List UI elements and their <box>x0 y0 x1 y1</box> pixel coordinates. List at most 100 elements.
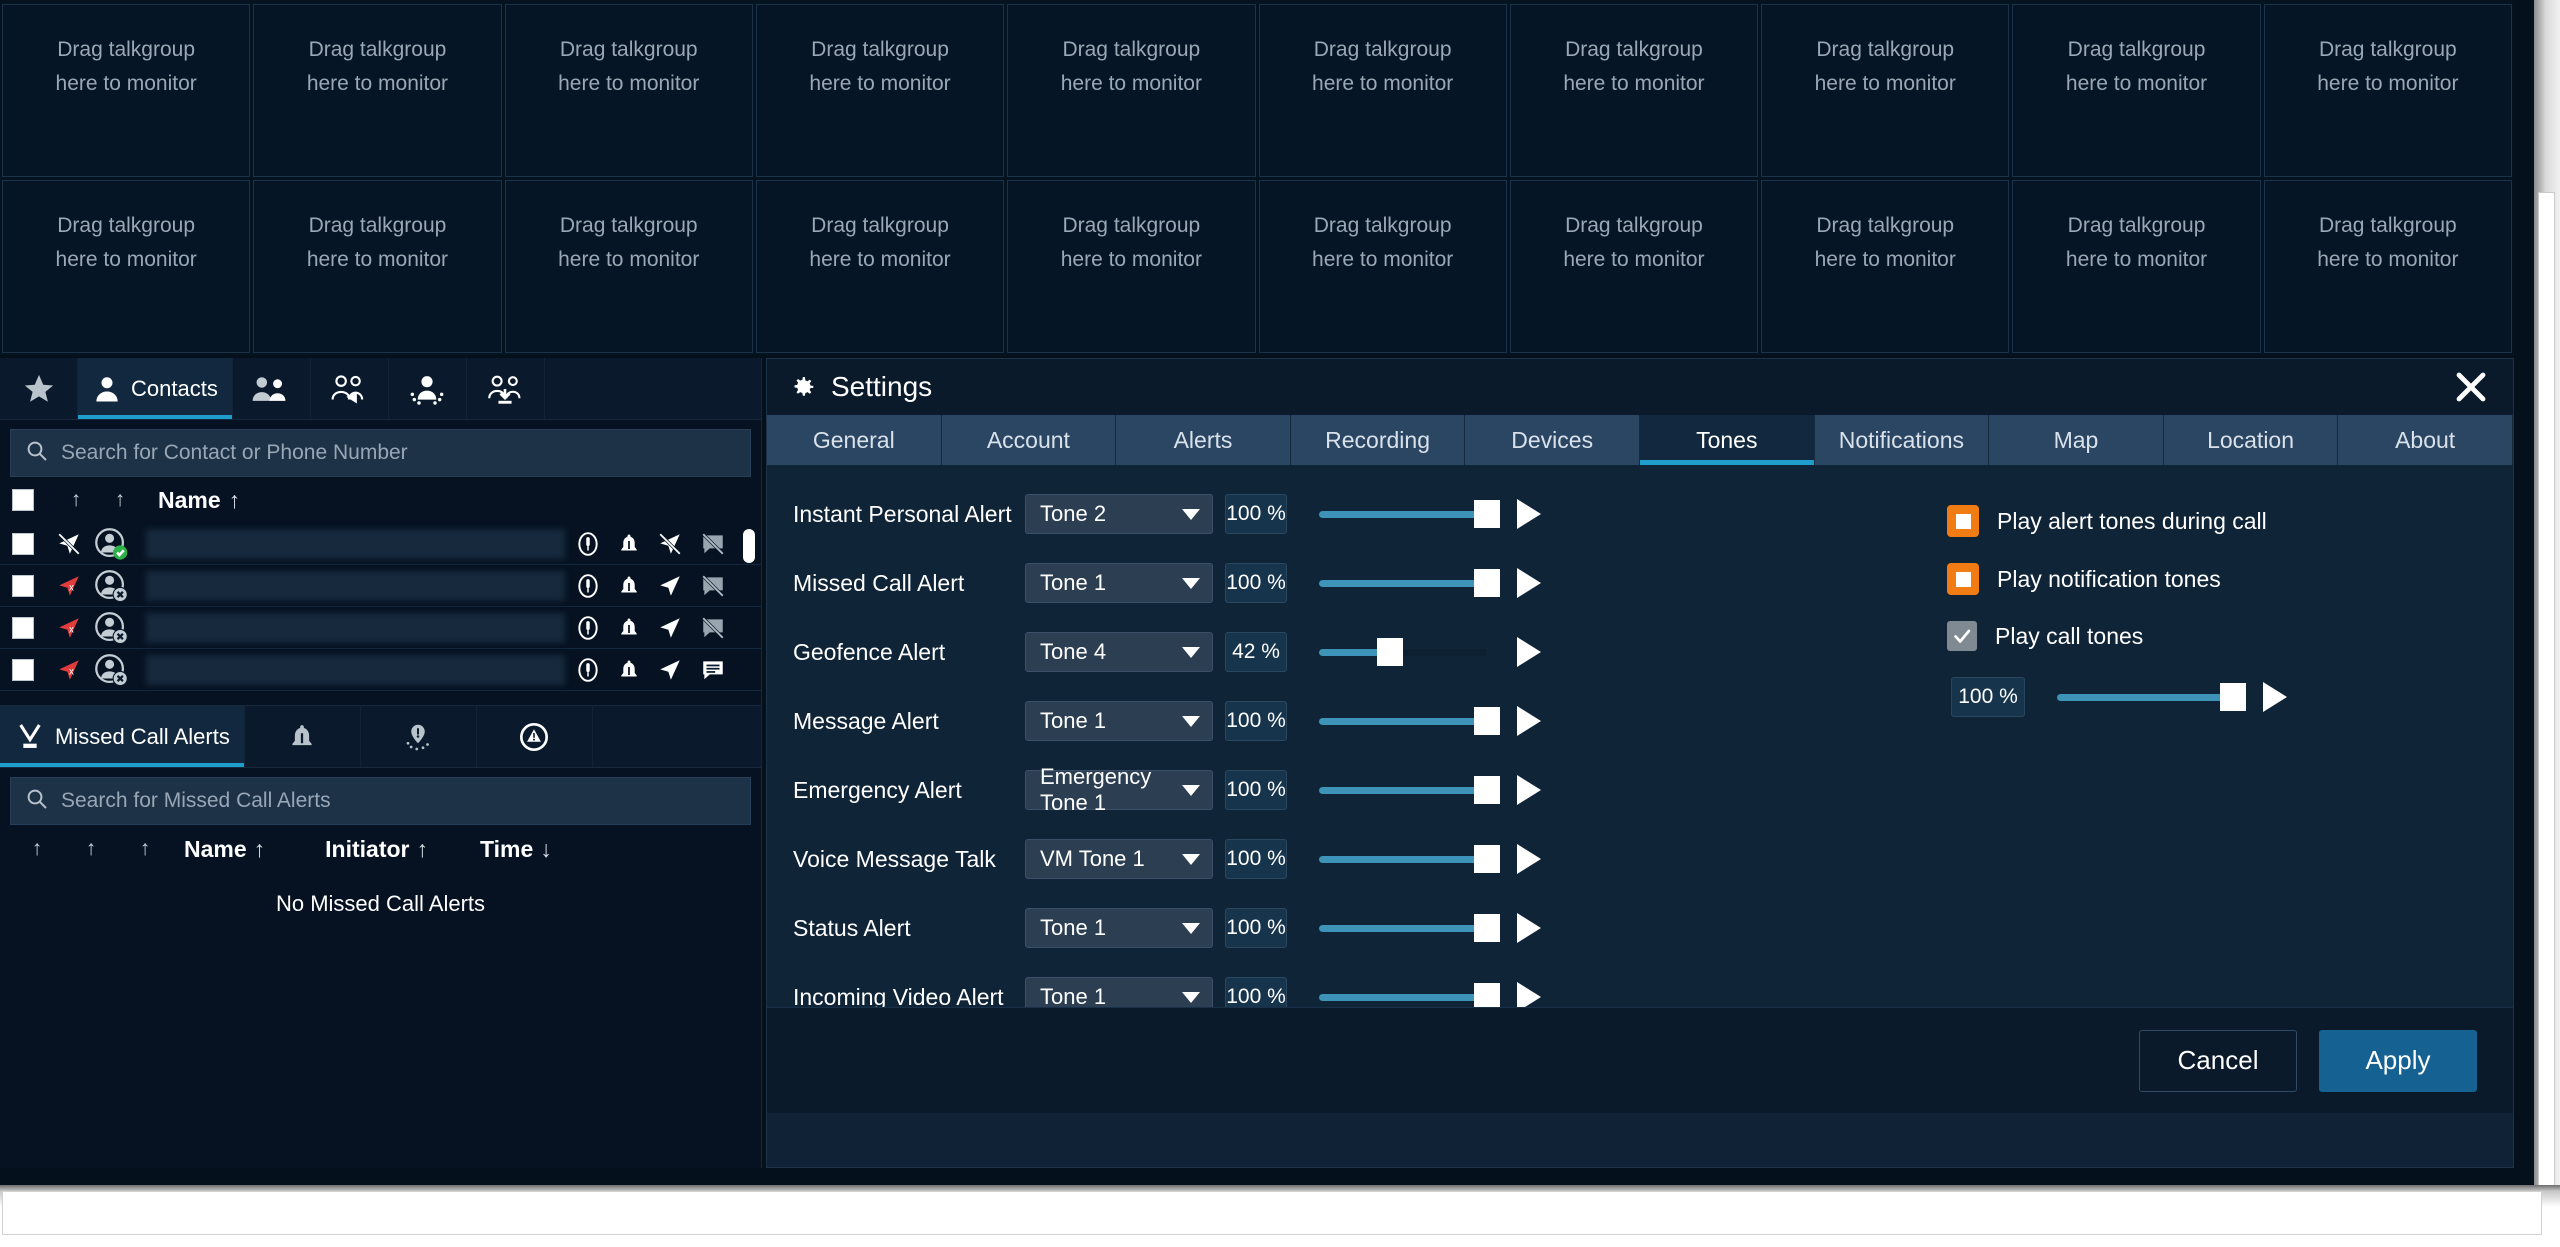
settings-tab-general[interactable]: General <box>767 415 942 465</box>
tone-volume-value[interactable]: 100 % <box>1225 770 1287 810</box>
mic-icon[interactable] <box>575 615 601 641</box>
mc-column-header-name[interactable]: Name ↑ <box>184 836 265 863</box>
page-vertical-scroll-thumb[interactable] <box>2538 192 2555 1187</box>
tone-slider-knob[interactable] <box>1474 500 1500 528</box>
contact-row[interactable]: x <box>0 649 761 691</box>
tone-volume-slider[interactable] <box>1319 839 1500 879</box>
contact-row-checkbox[interactable] <box>12 616 34 639</box>
tone-volume-value[interactable]: 100 % <box>1225 701 1287 741</box>
tone-slider-knob[interactable] <box>1474 914 1500 942</box>
talkgroup-slot[interactable]: Drag talkgroup here to monitor <box>504 4 753 177</box>
tone-slider-knob[interactable] <box>1474 569 1500 597</box>
talkgroup-slot[interactable]: Drag talkgroup here to monitor <box>1509 4 1759 177</box>
talkgroup-slot[interactable]: Drag talkgroup here to monitor <box>2263 4 2512 177</box>
tone-volume-value[interactable]: 100 % <box>1225 563 1287 603</box>
call-tones-volume-slider[interactable] <box>2057 677 2246 717</box>
talkgroup-slot[interactable]: Drag talkgroup here to monitor <box>1509 180 1759 353</box>
tone-volume-value[interactable]: 42 % <box>1225 632 1287 672</box>
tone-select[interactable]: Tone 4 <box>1025 632 1213 672</box>
tab-favorites[interactable] <box>0 358 78 419</box>
tone-slider-knob[interactable] <box>1474 776 1500 804</box>
talkgroup-slot[interactable]: Drag talkgroup here to monitor <box>1761 180 2010 353</box>
mc-sort-column-3[interactable]: ↑ <box>118 837 172 861</box>
talkgroup-slot[interactable]: Drag talkgroup here to monitor <box>253 4 502 177</box>
tone-option-row[interactable]: Play alert tones during call <box>1947 505 2467 537</box>
tab-alerts[interactable] <box>245 706 361 767</box>
sort-column-2[interactable]: ↑ <box>98 488 142 512</box>
tone-volume-value[interactable]: 100 % <box>1225 908 1287 948</box>
talkgroup-slot[interactable]: Drag talkgroup here to monitor <box>2263 180 2512 353</box>
settings-tab-notifications[interactable]: Notifications <box>1814 415 1990 465</box>
tone-volume-value[interactable]: 100 % <box>1225 494 1287 534</box>
page-horizontal-scroll-thumb[interactable] <box>2 1191 2542 1235</box>
mic-icon[interactable] <box>575 657 601 683</box>
close-icon[interactable] <box>2453 369 2489 405</box>
tone-volume-slider[interactable] <box>1319 494 1500 534</box>
mc-column-header-time[interactable]: Time ↓ <box>480 836 552 863</box>
tone-play-icon[interactable] <box>1517 913 1541 943</box>
message-off-icon[interactable] <box>699 615 727 641</box>
tone-play-icon[interactable] <box>1517 637 1541 667</box>
contact-row-checkbox[interactable] <box>12 532 34 555</box>
talkgroup-slot[interactable]: Drag talkgroup here to monitor <box>2 180 251 353</box>
select-all-checkbox[interactable] <box>12 489 34 511</box>
talkgroup-slot[interactable]: Drag talkgroup here to monitor <box>2012 180 2261 353</box>
mic-icon[interactable] <box>575 531 601 557</box>
alert-icon[interactable] <box>617 615 641 641</box>
message-off-icon[interactable] <box>699 573 727 599</box>
tone-volume-slider[interactable] <box>1319 701 1500 741</box>
tone-play-icon[interactable] <box>1517 706 1541 736</box>
mc-sort-column-2[interactable]: ↑ <box>64 837 118 861</box>
tone-slider-knob[interactable] <box>1376 638 1403 666</box>
talkgroup-slot[interactable]: Drag talkgroup here to monitor <box>1761 4 2010 177</box>
call-tones-volume-value[interactable]: 100 % <box>1951 677 2025 717</box>
contact-row-checkbox[interactable] <box>12 574 34 597</box>
alert-icon[interactable] <box>617 531 641 557</box>
sort-column-1[interactable]: ↑ <box>54 488 98 512</box>
checkbox-checked[interactable] <box>1947 621 1977 651</box>
checkbox-unchecked[interactable] <box>1947 563 1979 595</box>
missed-calls-search-input[interactable]: Search for Missed Call Alerts <box>10 777 751 825</box>
tone-select[interactable]: Emergency Tone 1 <box>1025 764 1213 815</box>
message-icon[interactable] <box>699 657 727 683</box>
location-icon[interactable] <box>657 615 683 641</box>
talkgroup-slot[interactable]: Drag talkgroup here to monitor <box>755 180 1005 353</box>
tone-volume-slider[interactable] <box>1319 563 1500 603</box>
contact-row[interactable] <box>0 523 761 565</box>
tab-group-download[interactable] <box>467 358 545 419</box>
talkgroup-slot[interactable]: Drag talkgroup here to monitor <box>2 4 251 177</box>
location-icon[interactable] <box>657 657 683 683</box>
tone-play-icon[interactable] <box>1517 775 1541 805</box>
alert-icon[interactable] <box>617 657 641 683</box>
contact-row[interactable]: x <box>0 607 761 649</box>
contacts-list[interactable]: x x x <box>0 523 761 701</box>
tab-contacts[interactable]: Contacts <box>78 358 233 419</box>
call-tones-slider-knob[interactable] <box>2220 683 2246 711</box>
tab-broadcast-groups[interactable] <box>311 358 389 419</box>
tone-volume-value[interactable]: 100 % <box>1225 839 1287 879</box>
settings-tab-location[interactable]: Location <box>2163 415 2339 465</box>
alert-icon[interactable] <box>617 573 641 599</box>
tone-play-icon[interactable] <box>1517 844 1541 874</box>
location-icon[interactable] <box>657 573 683 599</box>
apply-button[interactable]: Apply <box>2319 1029 2477 1092</box>
checkbox-unchecked[interactable] <box>1947 505 1979 537</box>
mc-sort-column-1[interactable]: ↑ <box>10 837 64 861</box>
tab-talkgroups[interactable] <box>233 358 311 419</box>
tone-select[interactable]: Tone 1 <box>1025 563 1213 603</box>
talkgroup-slot[interactable]: Drag talkgroup here to monitor <box>2012 4 2261 177</box>
talkgroup-slot[interactable]: Drag talkgroup here to monitor <box>755 4 1005 177</box>
mc-column-header-initiator[interactable]: Initiator ↑ <box>325 836 428 863</box>
tone-volume-slider[interactable] <box>1319 908 1500 948</box>
talkgroup-slot[interactable]: Drag talkgroup here to monitor <box>504 180 753 353</box>
message-off-icon[interactable] <box>699 531 727 557</box>
tone-option-row[interactable]: Play call tones <box>1947 621 2467 651</box>
call-tones-play-icon[interactable] <box>2263 682 2287 712</box>
tone-option-row[interactable]: Play notification tones <box>1947 563 2467 595</box>
tone-slider-knob[interactable] <box>1474 707 1500 735</box>
cancel-button[interactable]: Cancel <box>2139 1029 2297 1092</box>
tab-missed-call-alerts[interactable]: Missed Call Alerts <box>0 706 245 767</box>
settings-tab-account[interactable]: Account <box>941 415 1117 465</box>
tone-select[interactable]: Tone 1 <box>1025 701 1213 741</box>
location-off-icon[interactable] <box>657 531 683 557</box>
